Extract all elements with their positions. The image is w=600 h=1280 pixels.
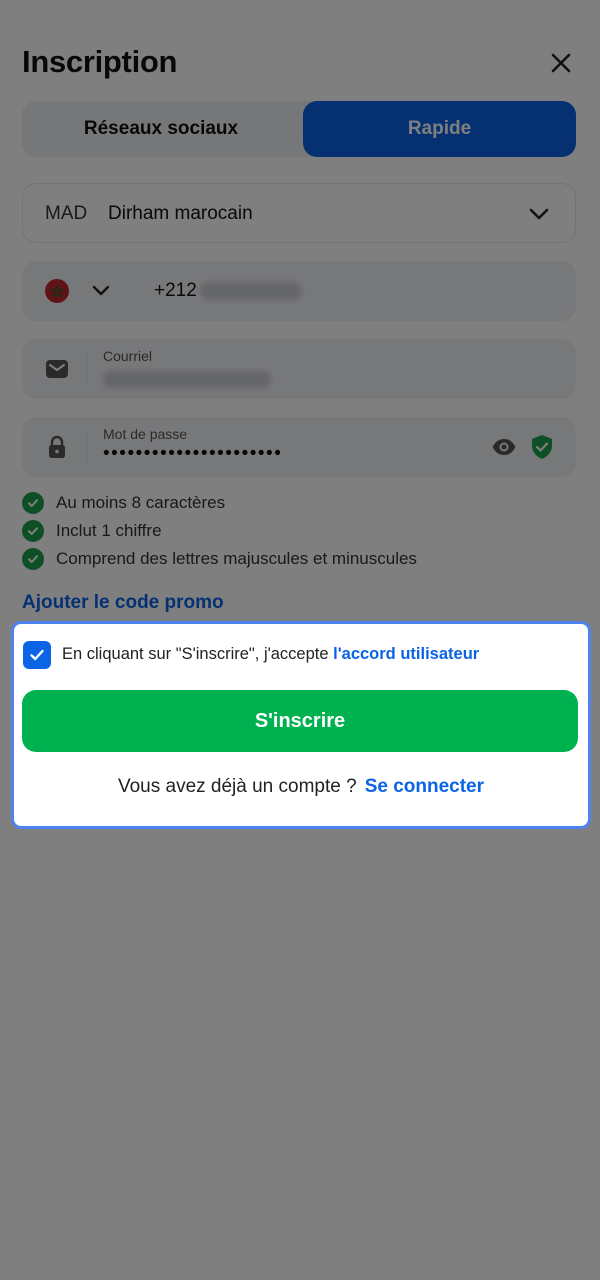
login-row: Vous avez déjà un compte ? Se connecter	[14, 776, 588, 798]
login-link[interactable]: Se connecter	[365, 776, 484, 797]
highlighted-signup-card: En cliquant sur "S'inscrire", j'accepte …	[11, 621, 591, 829]
agreement-text: En cliquant sur "S'inscrire", j'accepte …	[62, 645, 479, 664]
agree-checkbox[interactable]	[23, 641, 51, 669]
have-account-text: Vous avez déjà un compte ?	[117, 776, 357, 797]
agreement-prefix: En cliquant sur "S'inscrire", j'accepte	[62, 645, 334, 663]
signup-button[interactable]: S'inscrire	[22, 690, 578, 752]
user-agreement-link[interactable]: l'accord utilisateur	[333, 645, 479, 663]
